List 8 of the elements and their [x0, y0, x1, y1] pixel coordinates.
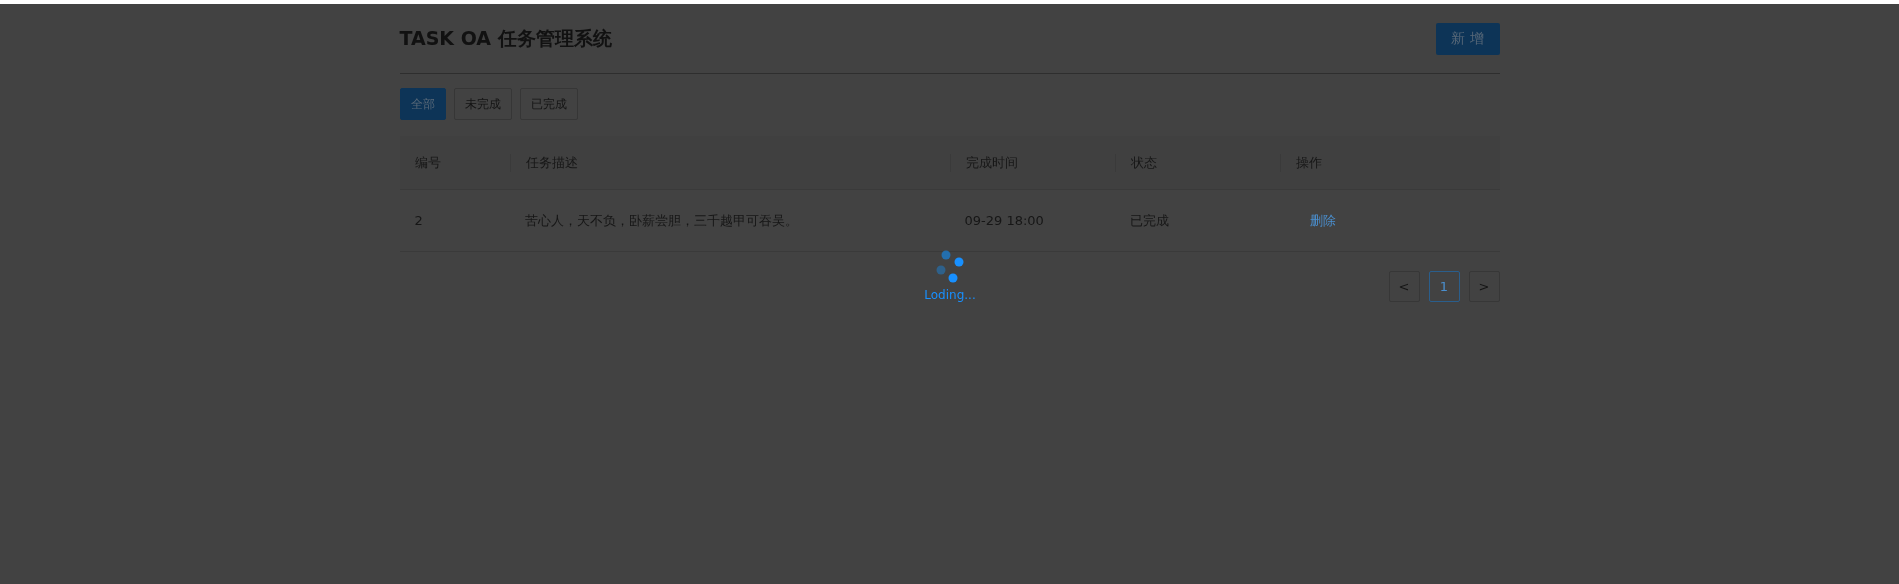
next-page-button[interactable]: > [1468, 271, 1500, 302]
delete-link[interactable]: 删除 [1309, 212, 1336, 228]
loading-text: Loding... [924, 288, 976, 302]
add-button[interactable]: 新 增 [1435, 23, 1500, 55]
filter-button[interactable]: 全部 [399, 88, 446, 120]
page-button[interactable]: 1 [1428, 271, 1460, 302]
spinner-icon [936, 250, 964, 284]
prev-page-button[interactable]: < [1388, 271, 1420, 302]
